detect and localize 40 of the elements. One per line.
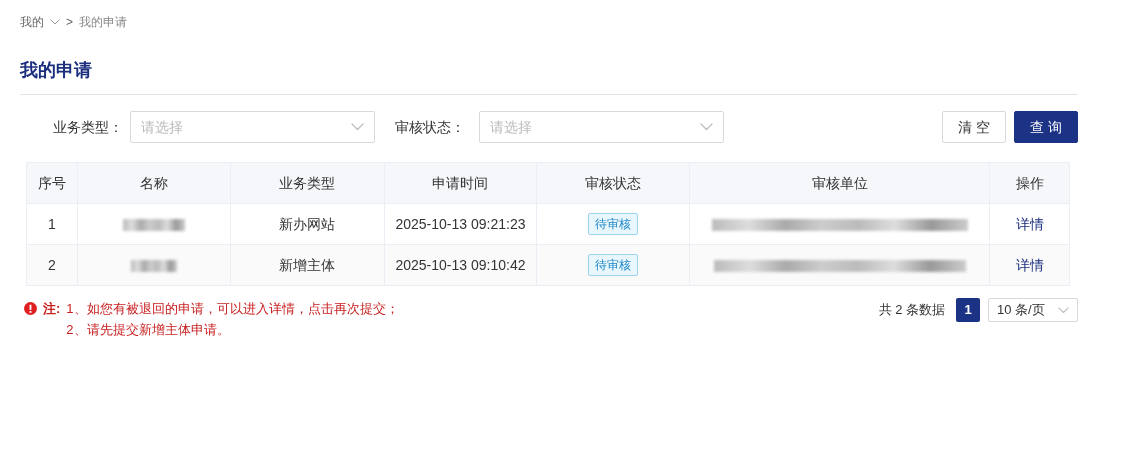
column-header: 操作 (989, 162, 1070, 204)
warning-icon (24, 302, 37, 315)
status-tag: 待审核 (588, 213, 639, 235)
note-label: 注: (43, 300, 61, 318)
page-size-select[interactable]: 10 条/页 (988, 298, 1078, 322)
details-link[interactable]: 详情 (1015, 215, 1044, 232)
column-header: 审核状态 (536, 162, 690, 204)
page-size-value: 10 条/页 (997, 301, 1045, 320)
table-cell: 2 (26, 244, 78, 286)
note-text: 1、如您有被退回的申请，可以进入详情，点击再次提交； (66, 300, 399, 318)
select-placeholder: 请选择 (141, 117, 183, 137)
search-button[interactable]: 查 询 (1014, 111, 1078, 143)
chevron-down-icon (351, 123, 364, 131)
redacted-text (122, 218, 185, 231)
total-count: 共 2 条数据 (878, 301, 945, 320)
table-cell: 2025-10-13 09:10:42 (384, 244, 537, 286)
filter-label: 审核状态： (395, 117, 466, 137)
table-cell: 新增主体 (230, 244, 385, 286)
table-cell: 2025-10-13 09:21:23 (384, 203, 537, 245)
column-header: 序号 (26, 162, 78, 204)
column-header: 名称 (77, 162, 231, 204)
column-header: 申请时间 (384, 162, 537, 204)
details-link[interactable]: 详情 (1015, 256, 1044, 273)
chevron-down-icon (1058, 306, 1069, 314)
table-cell: 1 (26, 203, 78, 245)
breadcrumb-separator: > (66, 14, 73, 31)
breadcrumb-link[interactable]: 我的申请 (79, 13, 127, 31)
column-header: 业务类型 (230, 162, 385, 204)
table-cell: 新办网站 (230, 203, 385, 245)
redacted-text (130, 259, 177, 272)
status-tag: 待审核 (588, 254, 639, 276)
breadcrumb-link[interactable]: 我的 (20, 13, 44, 31)
clear-button[interactable]: 清 空 (942, 111, 1006, 143)
page-title: 我的申请 (20, 58, 1078, 95)
note-text: 2、请先提交新增主体申请。 (66, 321, 231, 339)
chevron-down-icon (700, 123, 713, 131)
column-header: 审核单位 (689, 162, 990, 204)
filter-label: 业务类型： (52, 117, 123, 137)
select-placeholder: 请选择 (490, 117, 532, 137)
page-button[interactable]: 1 (956, 298, 980, 322)
